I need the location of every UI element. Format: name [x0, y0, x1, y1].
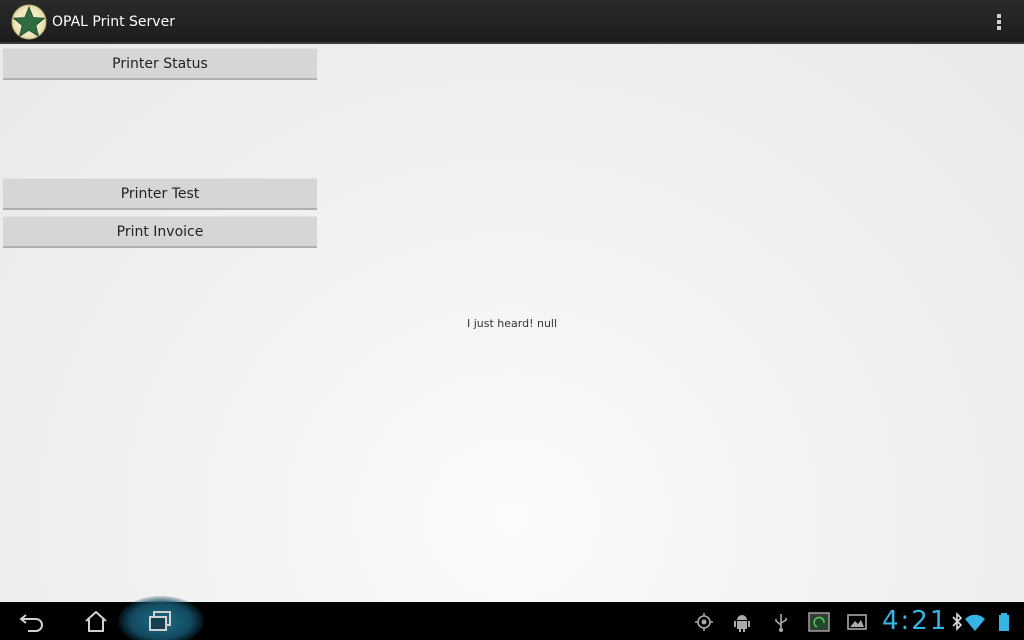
wifi-icon	[965, 614, 985, 631]
usb-icon	[775, 614, 787, 632]
back-icon[interactable]	[14, 606, 54, 636]
clock: 4:21	[882, 606, 949, 636]
gallery-icon	[847, 614, 867, 630]
main-content: Printer Status Printer Test Print Invoic…	[0, 44, 1024, 602]
action-bar: OPAL Print Server	[0, 0, 1024, 44]
recent-apps-icon[interactable]	[140, 606, 180, 636]
home-icon[interactable]	[76, 606, 116, 636]
bluetooth-icon	[952, 612, 963, 631]
tablet-screen: OPAL Print Server Printer Status Printer…	[0, 0, 1024, 640]
status-message: I just heard! null	[466, 317, 558, 330]
print-invoice-button[interactable]: Print Invoice	[3, 216, 317, 248]
gps-icon	[695, 613, 713, 631]
app-star-icon[interactable]	[11, 4, 47, 40]
overflow-menu-icon[interactable]	[994, 12, 1004, 32]
screenshot-icon	[808, 612, 830, 632]
printer-test-button[interactable]: Printer Test	[3, 178, 317, 210]
app-title: OPAL Print Server	[52, 14, 175, 30]
printer-status-button[interactable]: Printer Status	[3, 48, 317, 80]
android-debug-icon	[734, 615, 750, 632]
battery-icon	[999, 613, 1009, 631]
system-navigation-bar: 4:21	[0, 596, 1024, 640]
